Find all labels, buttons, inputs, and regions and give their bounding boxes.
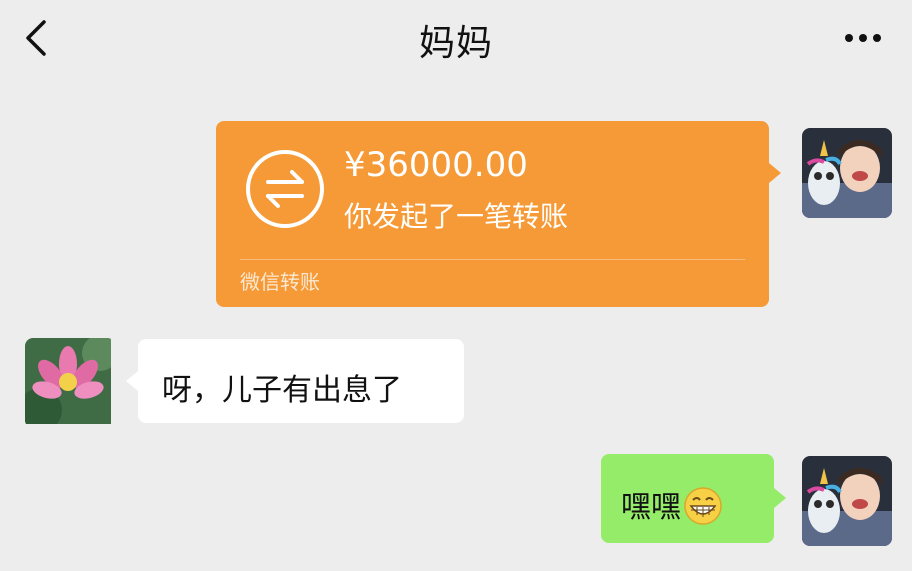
transfer-amount: ¥36000.00: [344, 145, 528, 185]
more-button[interactable]: [842, 28, 884, 48]
grinning-face-emoji: [684, 486, 722, 525]
outgoing-message-bubble[interactable]: 嘿嘿: [601, 454, 786, 543]
chat-header: 妈妈: [0, 0, 912, 80]
child-with-toy-avatar: [802, 128, 892, 218]
incoming-message-bubble[interactable]: 呀，儿子有出息了: [126, 339, 464, 423]
transfer-card[interactable]: ¥36000.00 你发起了一笔转账 微信转账: [216, 121, 781, 307]
more-horizontal-icon: [845, 34, 881, 42]
lotus-flower-avatar: [25, 338, 111, 424]
mother-avatar[interactable]: [25, 338, 115, 428]
self-avatar[interactable]: [802, 456, 892, 546]
child-with-toy-avatar: [802, 456, 892, 546]
self-avatar[interactable]: [802, 128, 892, 218]
divider: [240, 259, 745, 260]
page-title: 妈妈: [418, 23, 493, 64]
message-text: 嘿嘿: [621, 490, 681, 525]
chat-screen: 妈妈 ¥36000.00 你发起了一笔转账 微信转账 呀，儿子有出息了 嘿嘿: [0, 0, 912, 571]
transfer-source-label: 微信转账: [240, 270, 320, 294]
message-text: 呀，儿子有出息了: [162, 373, 402, 408]
transfer-description: 你发起了一笔转账: [344, 200, 569, 233]
transfer-arrows-icon: [246, 150, 324, 228]
